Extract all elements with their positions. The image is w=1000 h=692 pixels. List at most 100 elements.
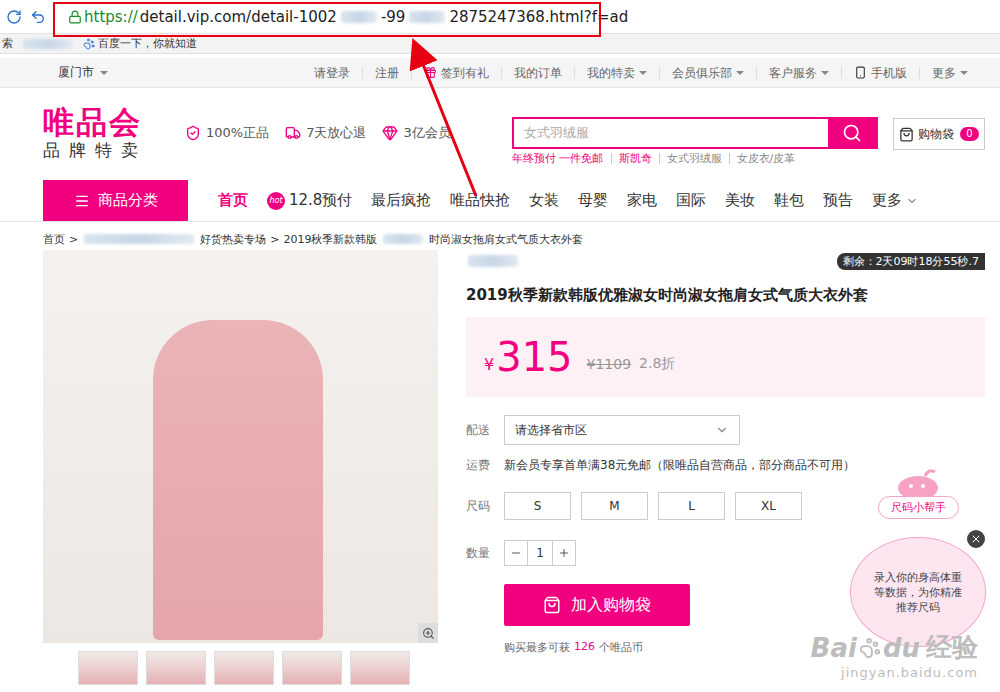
coin-amount: 126 — [574, 640, 595, 655]
zoom-icon — [422, 627, 435, 640]
browser-toolbar: https://detail.vip.com/detail-1002-99287… — [0, 0, 1000, 34]
top-link[interactable]: 签到有礼 — [411, 66, 501, 79]
chevron-icon — [906, 195, 918, 207]
nav-item[interactable]: 家电 — [627, 191, 657, 210]
bookmark[interactable]: 索 — [2, 36, 13, 51]
hot-search[interactable]: 斯凯奇 — [611, 153, 659, 164]
top-link[interactable]: 更多 — [919, 67, 980, 79]
paw-icon — [859, 637, 881, 659]
delivery-row: 配送请选择省市区 — [466, 415, 985, 445]
top-bar: 厦门市 请登录注册签到有礼我的订单我的特卖会员俱乐部客户服务手机版更多 — [0, 58, 1000, 88]
redacted-block — [341, 11, 377, 23]
breadcrumb-link[interactable]: 2019秋季新款韩版 — [283, 232, 377, 247]
nav-item[interactable]: hot12.8预付 — [267, 191, 352, 210]
nav-item[interactable]: 首页 — [218, 191, 248, 210]
badge-icon — [185, 125, 201, 141]
service-badge: 3亿会员 — [382, 124, 450, 142]
breadcrumb-link[interactable]: 首页 — [43, 232, 65, 247]
hot-search[interactable]: 女式羽绒服 — [659, 153, 729, 164]
breadcrumb: 首页>好货热卖专场>2019秋季新款韩版时尚淑女拖肩女式气质大衣外套 — [0, 222, 1000, 246]
thumbnail[interactable] — [350, 651, 410, 685]
redacted-block — [468, 255, 518, 267]
decrease-button[interactable] — [505, 547, 527, 559]
top-link[interactable]: 注册 — [362, 67, 411, 79]
badge-icon — [285, 125, 301, 141]
zoom-button[interactable] — [418, 623, 438, 643]
add-to-bag-button[interactable]: 加入购物袋 — [504, 584, 690, 626]
url-text: 2875247368.html?f=ad — [449, 8, 628, 26]
nav-item[interactable]: 更多 — [872, 191, 918, 210]
quantity-value[interactable]: 1 — [527, 541, 553, 565]
region-select[interactable]: 请选择省市区 — [504, 415, 740, 445]
bookmark[interactable]: 百度一下，你就知道 — [83, 36, 197, 51]
logo-tagline: 品牌特卖 — [43, 139, 183, 161]
product-photo[interactable] — [43, 250, 438, 643]
cart-count: 0 — [960, 127, 978, 141]
field-label: 配送 — [466, 422, 504, 439]
hot-search[interactable]: 年终预付 一件免邮 — [512, 153, 611, 164]
search-input[interactable]: 女式羽绒服 — [514, 119, 828, 147]
nav-item[interactable]: 女装 — [529, 191, 559, 210]
nav-item[interactable]: 唯品快抢 — [450, 191, 510, 210]
nav-item[interactable]: 预告 — [823, 191, 853, 210]
top-link[interactable]: 我的订单 — [501, 67, 574, 79]
top-link[interactable]: 客户服务 — [756, 67, 841, 79]
size-options: SML XL — [504, 492, 802, 520]
thumbnail[interactable] — [146, 651, 206, 685]
size-option[interactable]: S — [504, 492, 571, 520]
thumbnails — [43, 651, 438, 685]
url-text: https:// — [84, 8, 138, 26]
product-title: 2019秋季新款韩版优雅淑女时尚淑女拖肩女式气质大衣外套 — [466, 286, 985, 305]
close-button[interactable] — [965, 528, 987, 550]
cart-button[interactable]: 购物袋0 — [893, 118, 985, 150]
reload-icon[interactable] — [6, 9, 22, 25]
nav-item[interactable]: 母婴 — [578, 191, 608, 210]
discount: 2.8折 — [639, 355, 675, 373]
thumbnail[interactable] — [282, 651, 342, 685]
size-option[interactable]: L — [658, 492, 725, 520]
search-button[interactable] — [828, 119, 876, 147]
page: https://detail.vip.com/detail-1002-99287… — [0, 0, 1000, 692]
thumbnail[interactable] — [214, 651, 274, 685]
category-button[interactable]: 商品分类 — [43, 180, 188, 221]
breadcrumb-separator: > — [69, 233, 78, 246]
close-icon — [970, 533, 982, 545]
original-price: ¥1109 — [587, 356, 632, 372]
breadcrumb-link[interactable]: 时尚淑女拖肩女式气质大衣外套 — [429, 232, 583, 247]
main-nav: 商品分类 首页 hot12.8预付最后疯抢唯品快抢女装母婴家电国际美妆鞋包预告更多 — [0, 180, 1000, 222]
top-link[interactable]: 手机版 — [841, 66, 919, 79]
logo[interactable]: 唯品会品牌特卖 — [43, 105, 183, 161]
quantity-stepper: 1 — [504, 540, 576, 566]
size-helper-label[interactable]: 尺码小帮手 — [878, 496, 959, 519]
caret-icon — [100, 71, 108, 75]
thumbnail[interactable] — [78, 651, 138, 685]
increase-button[interactable] — [553, 547, 575, 559]
size-option[interactable]: M — [581, 492, 648, 520]
size-helper[interactable]: 尺码小帮手录入你的身高体重等数据，为你精准推荐尺码 — [848, 468, 988, 647]
breadcrumb-link[interactable]: 好货热卖专场 — [200, 232, 266, 247]
gift-icon — [424, 66, 437, 79]
address-bar[interactable]: https://detail.vip.com/detail-1002-99287… — [54, 8, 628, 26]
caret-icon — [736, 71, 744, 75]
redacted-block — [23, 39, 73, 49]
top-link[interactable]: 请登录 — [302, 67, 362, 79]
nav-item[interactable]: 鞋包 — [774, 191, 804, 210]
redacted-block — [409, 11, 445, 23]
nav-item[interactable]: 国际 — [676, 191, 706, 210]
price: 315 — [496, 334, 572, 380]
service-badge: 100%正品 — [185, 124, 269, 142]
hot-search[interactable]: 女皮衣/皮革 — [729, 153, 803, 164]
shipping-text: 新会员专享首单满38元免邮（限唯品自营商品，部分商品不可用） — [504, 457, 855, 474]
product-main: 剩余：2天09时18分55秒.7 2019秋季新款韩版优雅淑女时尚淑女拖肩女式气质… — [0, 246, 1000, 685]
countdown: 剩余：2天09时18分55秒.7 — [837, 253, 986, 270]
top-link[interactable]: 我的特卖 — [574, 67, 659, 79]
bag-icon — [899, 127, 914, 142]
nav-item[interactable]: 美妆 — [725, 191, 755, 210]
size-option[interactable]: XL — [735, 492, 802, 520]
city-selector[interactable]: 厦门市 — [58, 64, 108, 81]
top-link[interactable]: 会员俱乐部 — [659, 67, 756, 79]
nav-item[interactable]: 最后疯抢 — [371, 191, 431, 210]
minus-icon — [510, 547, 522, 559]
baidu-paw-icon — [83, 38, 95, 50]
back-icon[interactable] — [30, 9, 46, 25]
